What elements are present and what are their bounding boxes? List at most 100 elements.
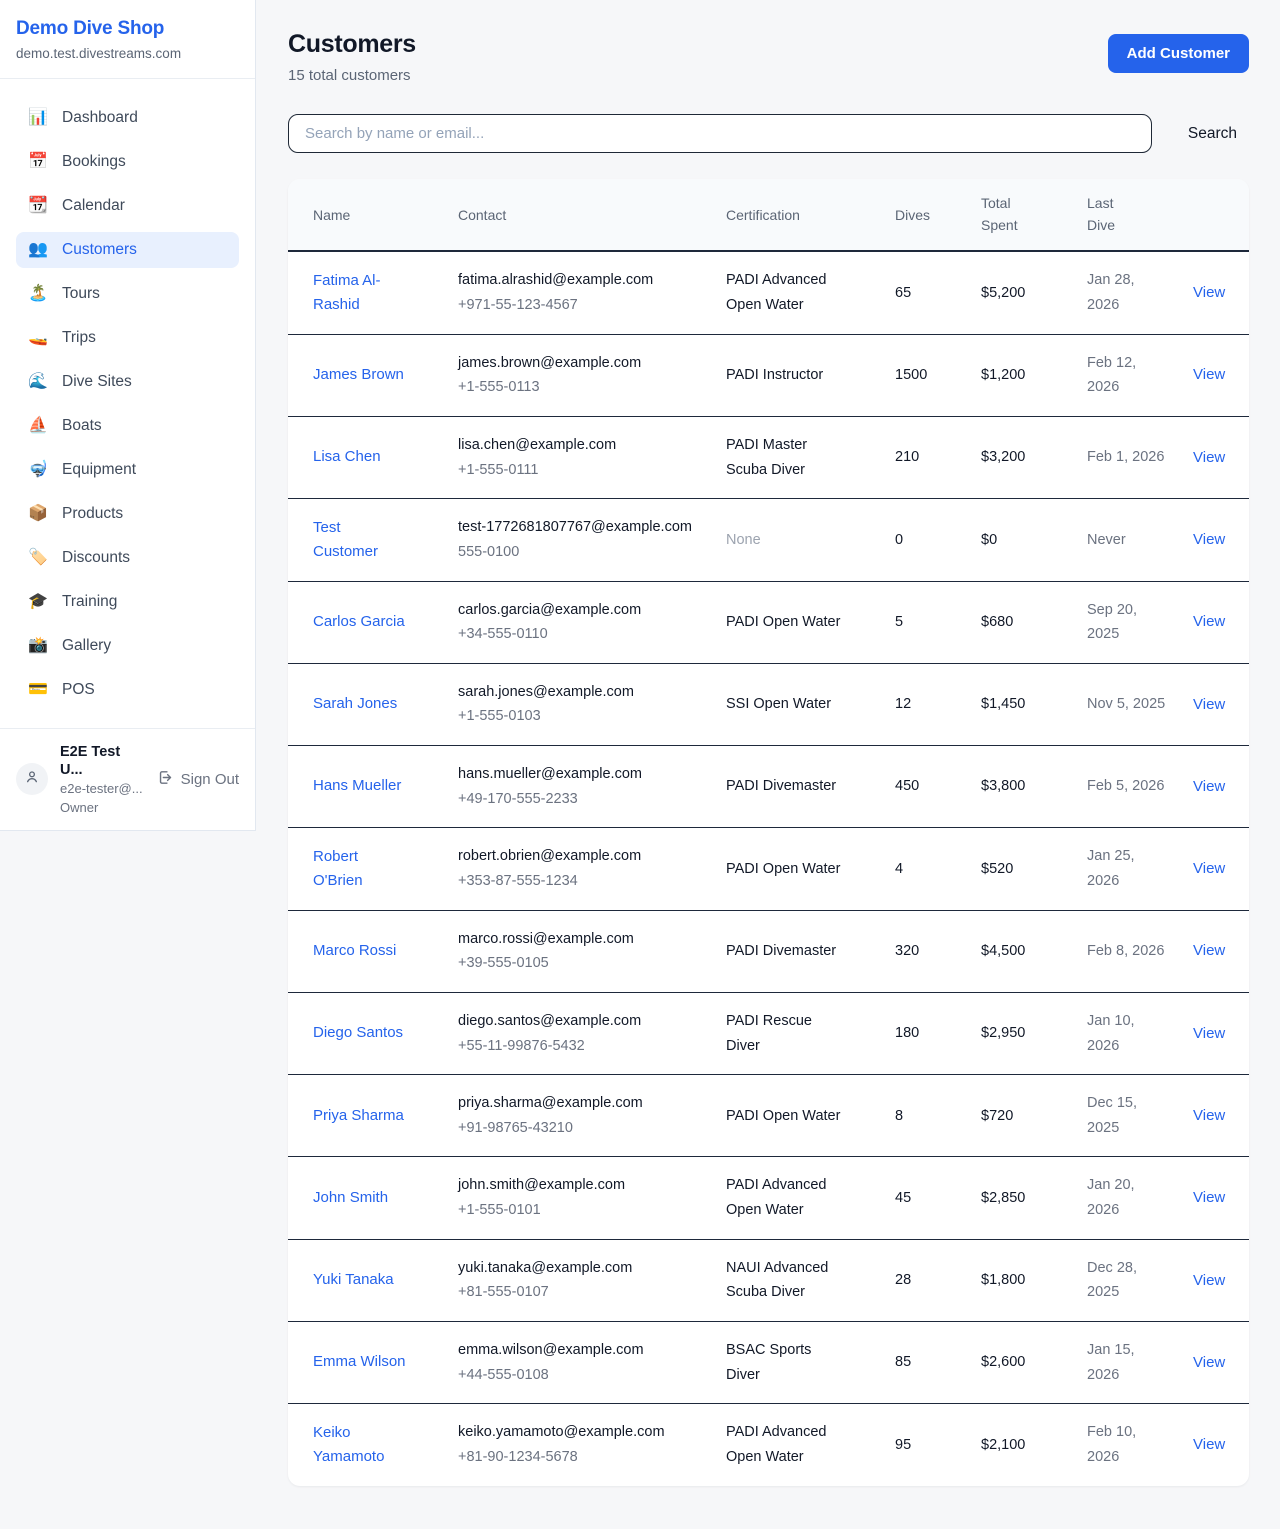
customer-last-dive: Sep 20, 2025	[1075, 581, 1181, 663]
customer-name-link[interactable]: Test Customer	[313, 516, 407, 564]
view-customer-link[interactable]: View	[1193, 778, 1225, 795]
customer-last-dive: Feb 12, 2026	[1075, 334, 1181, 416]
view-customer-link[interactable]: View	[1193, 613, 1225, 630]
sidebar-item-customers[interactable]: 👥 Customers	[16, 232, 239, 268]
table-row: Keiko Yamamoto keiko.yamamoto@example.co…	[288, 1404, 1249, 1486]
search-input[interactable]	[288, 114, 1152, 153]
sidebar-item-label: Dashboard	[62, 109, 138, 127]
sidebar-item-label: Trips	[62, 329, 96, 347]
user-name: E2E Test U...	[60, 743, 145, 779]
sidebar-item-equipment[interactable]: 🤿 Equipment	[16, 452, 239, 488]
customer-email: carlos.garcia@example.com	[458, 598, 694, 623]
add-customer-button[interactable]: Add Customer	[1108, 34, 1249, 73]
sidebar-item-label: Bookings	[62, 153, 126, 171]
customer-total-spent: $720	[969, 1075, 1075, 1157]
sidebar-item-label: Tours	[62, 285, 100, 303]
column-header-contact: Contact	[446, 179, 714, 251]
sidebar-item-gallery[interactable]: 📸 Gallery	[16, 628, 239, 664]
customer-certification: PADI Open Water	[726, 857, 840, 882]
sidebar-item-tours[interactable]: 🏝️ Tours	[16, 276, 239, 312]
customer-name-link[interactable]: Yuki Tanaka	[313, 1268, 394, 1292]
sidebar-item-training[interactable]: 🎓 Training	[16, 584, 239, 620]
customer-certification: PADI Open Water	[726, 1104, 840, 1129]
customer-last-dive: Dec 15, 2025	[1075, 1075, 1181, 1157]
column-header-total-spent: Total Spent	[969, 179, 1075, 251]
customer-total-spent: $1,200	[969, 334, 1075, 416]
customer-name-link[interactable]: Priya Sharma	[313, 1104, 404, 1128]
customer-dives: 210	[883, 416, 969, 498]
brand[interactable]: Demo Dive Shop demo.test.divestreams.com	[0, 0, 255, 79]
table-row: James Brown james.brown@example.com +1-5…	[288, 334, 1249, 416]
customer-total-spent: $2,850	[969, 1157, 1075, 1239]
view-customer-link[interactable]: View	[1193, 1354, 1225, 1371]
customer-dives: 95	[883, 1404, 969, 1486]
sidebar-item-calendar[interactable]: 📆 Calendar	[16, 188, 239, 224]
customer-certification: PADI Divemaster	[726, 774, 836, 799]
table-row: Fatima Al-Rashid fatima.alrashid@example…	[288, 251, 1249, 334]
view-customer-link[interactable]: View	[1193, 1436, 1225, 1453]
customer-count: 15 total customers	[288, 67, 416, 84]
customer-last-dive: Feb 5, 2026	[1075, 746, 1181, 828]
customer-certification: BSAC Sports Diver	[726, 1338, 848, 1387]
sidebar-item-discounts[interactable]: 🏷️ Discounts	[16, 540, 239, 576]
sidebar-item-trips[interactable]: 🚤 Trips	[16, 320, 239, 356]
credit-card-icon: 💳	[28, 682, 48, 698]
customer-name-link[interactable]: Lisa Chen	[313, 445, 381, 469]
view-customer-link[interactable]: View	[1193, 860, 1225, 877]
customer-total-spent: $3,800	[969, 746, 1075, 828]
customer-name-link[interactable]: John Smith	[313, 1186, 388, 1210]
customer-name-link[interactable]: Robert O'Brien	[313, 845, 407, 893]
sidebar-item-bookings[interactable]: 📅 Bookings	[16, 144, 239, 180]
search-button[interactable]: Search	[1176, 117, 1249, 151]
sidebar-item-boats[interactable]: ⛵ Boats	[16, 408, 239, 444]
sidebar-item-label: Discounts	[62, 549, 130, 567]
customer-name-link[interactable]: Diego Santos	[313, 1021, 403, 1045]
customer-total-spent: $2,950	[969, 992, 1075, 1074]
customer-dives: 28	[883, 1239, 969, 1321]
view-customer-link[interactable]: View	[1193, 366, 1225, 383]
customer-certification: SSI Open Water	[726, 692, 831, 717]
customer-email: yuki.tanaka@example.com	[458, 1256, 694, 1281]
customer-last-dive: Feb 1, 2026	[1075, 416, 1181, 498]
sidebar-item-dive-sites[interactable]: 🌊 Dive Sites	[16, 364, 239, 400]
customers-table: NameContactCertificationDivesTotal Spent…	[288, 179, 1249, 1486]
customer-phone: +1-555-0101	[458, 1198, 702, 1223]
customer-certification: NAUI Advanced Scuba Diver	[726, 1256, 848, 1305]
customer-name-link[interactable]: Sarah Jones	[313, 692, 397, 716]
customer-name-link[interactable]: Carlos Garcia	[313, 610, 405, 634]
view-customer-link[interactable]: View	[1193, 1107, 1225, 1124]
customer-name-link[interactable]: James Brown	[313, 363, 404, 387]
diving-mask-icon: 🤿	[28, 462, 48, 478]
customer-last-dive: Never	[1075, 499, 1181, 581]
customer-dives: 450	[883, 746, 969, 828]
customer-email: robert.obrien@example.com	[458, 844, 694, 869]
sidebar-item-label: Gallery	[62, 637, 111, 655]
customer-dives: 1500	[883, 334, 969, 416]
person-icon	[24, 769, 40, 790]
view-customer-link[interactable]: View	[1193, 531, 1225, 548]
view-customer-link[interactable]: View	[1193, 284, 1225, 301]
customer-email: marco.rossi@example.com	[458, 927, 694, 952]
view-customer-link[interactable]: View	[1193, 1025, 1225, 1042]
sidebar-item-pos[interactable]: 💳 POS	[16, 672, 239, 708]
customer-last-dive: Feb 10, 2026	[1075, 1404, 1181, 1486]
customer-name-link[interactable]: Keiko Yamamoto	[313, 1421, 407, 1469]
customer-dives: 12	[883, 663, 969, 745]
sign-out-button[interactable]: Sign Out	[157, 769, 239, 790]
sidebar-item-products[interactable]: 📦 Products	[16, 496, 239, 532]
view-customer-link[interactable]: View	[1193, 1189, 1225, 1206]
table-row: Test Customer test-1772681807767@example…	[288, 499, 1249, 581]
view-customer-link[interactable]: View	[1193, 449, 1225, 466]
customer-name-link[interactable]: Fatima Al-Rashid	[313, 269, 407, 317]
customer-dives: 320	[883, 910, 969, 992]
view-customer-link[interactable]: View	[1193, 1272, 1225, 1289]
customer-name-link[interactable]: Emma Wilson	[313, 1350, 406, 1374]
customer-dives: 5	[883, 581, 969, 663]
sidebar-item-dashboard[interactable]: 📊 Dashboard	[16, 100, 239, 136]
customer-phone: +1-555-0113	[458, 375, 702, 400]
customer-certification: PADI Open Water	[726, 610, 840, 635]
customer-name-link[interactable]: Marco Rossi	[313, 939, 396, 963]
customer-name-link[interactable]: Hans Mueller	[313, 774, 401, 798]
view-customer-link[interactable]: View	[1193, 696, 1225, 713]
view-customer-link[interactable]: View	[1193, 942, 1225, 959]
